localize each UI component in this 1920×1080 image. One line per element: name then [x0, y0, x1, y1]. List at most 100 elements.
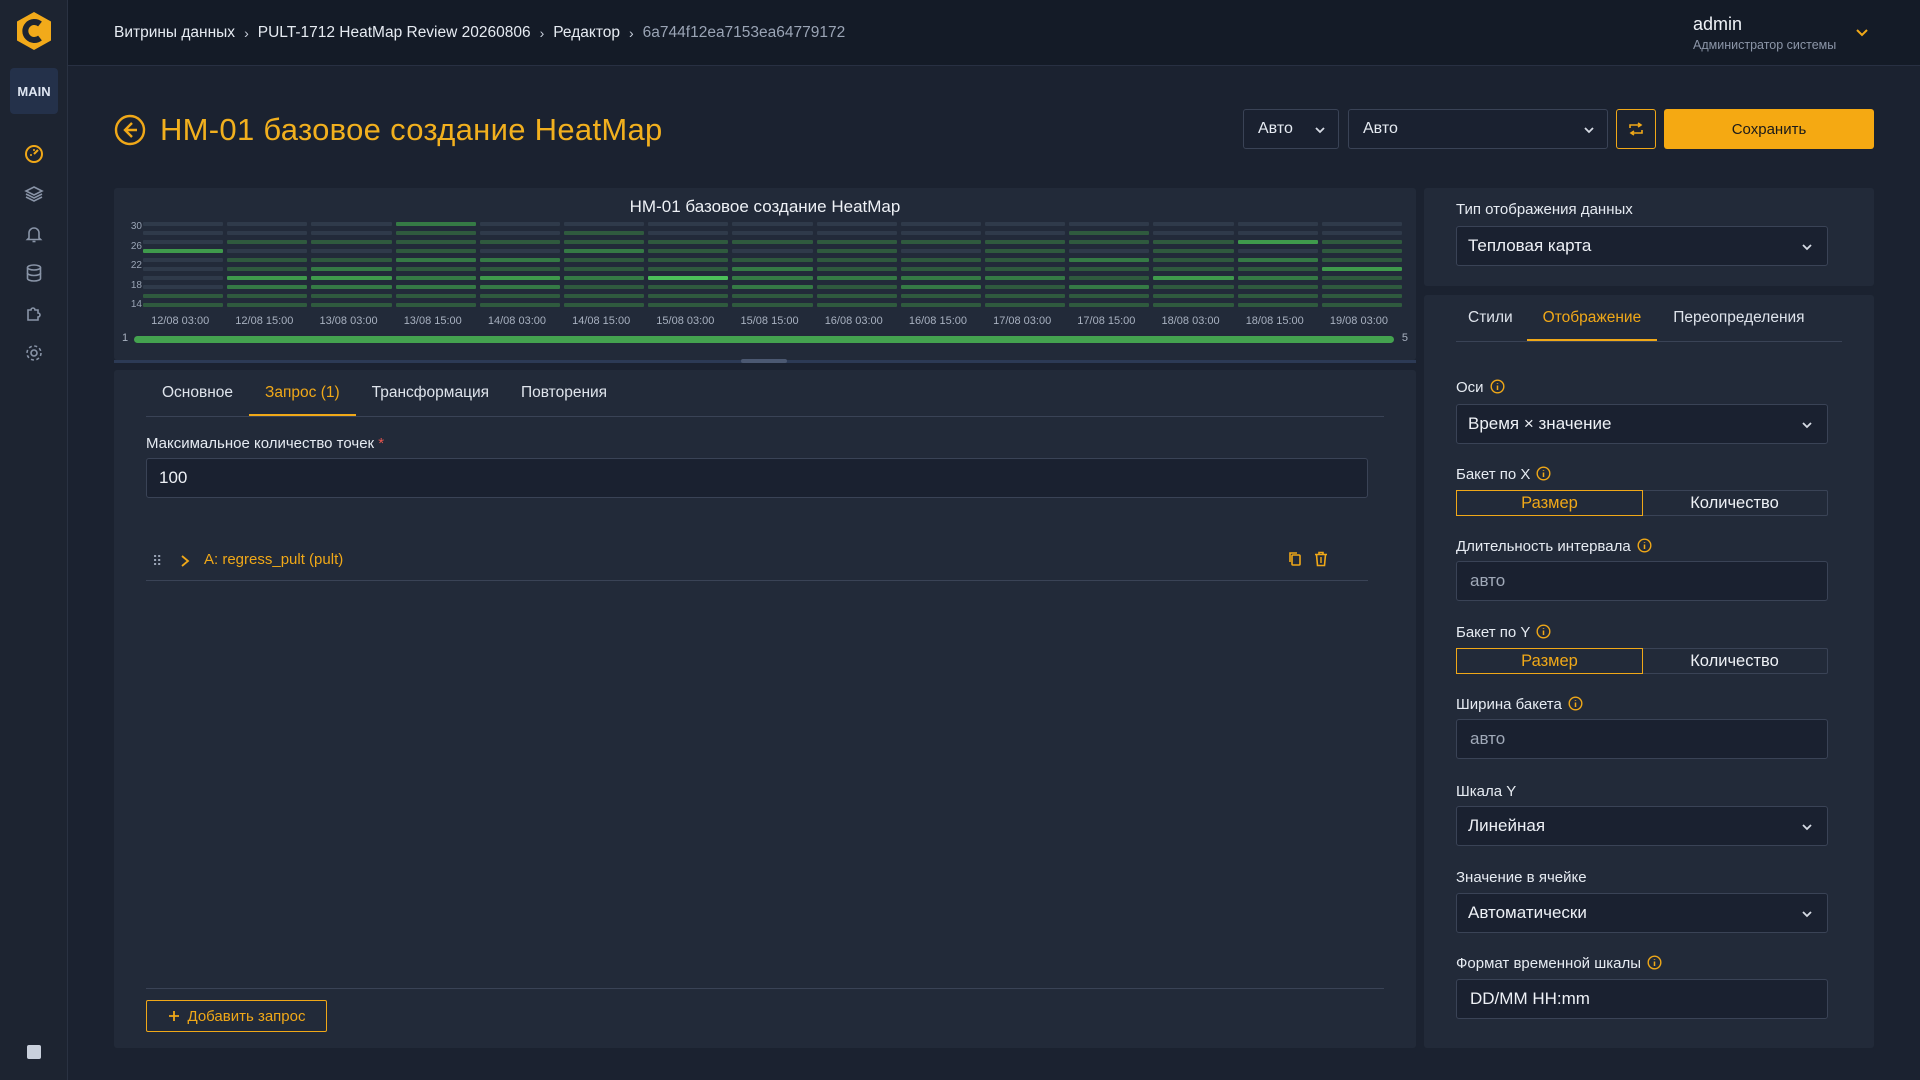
collapse-sidebar-icon[interactable] [27, 1045, 41, 1059]
tab-query[interactable]: Запрос (1) [249, 370, 356, 417]
range-bar[interactable] [134, 336, 1394, 343]
x-tick-label: 12/08 03:00 [151, 315, 210, 327]
display-type-select[interactable]: Тепловая карта [1456, 226, 1828, 266]
bucket-y-toggle: Размер Количество [1456, 648, 1828, 674]
heatmap-cell [311, 231, 392, 235]
bell-icon[interactable] [23, 223, 45, 245]
bucket-width-label-text: Ширина бакета [1456, 696, 1562, 713]
heatmap-cell [395, 303, 476, 307]
max-points-label: Максимальное количество точек * [146, 435, 384, 452]
bucket-y-size-option[interactable]: Размер [1456, 648, 1643, 674]
cell-value-label: Значение в ячейке [1456, 869, 1587, 886]
x-tick-label: 14/08 15:00 [572, 315, 631, 327]
heatmap-cell [900, 285, 981, 289]
chevron-down-icon [1802, 824, 1812, 831]
x-tick-label: 19/08 03:00 [1329, 315, 1389, 327]
y-tick-label: 26 [130, 240, 142, 252]
interval-input[interactable]: авто [1456, 561, 1828, 601]
y-tick-label: 30 [130, 221, 142, 232]
tab-basic[interactable]: Основное [146, 370, 249, 416]
heatmap-cell [227, 249, 308, 253]
info-icon[interactable] [1568, 696, 1583, 711]
resize-handle[interactable] [741, 359, 787, 363]
heatmap-cell [143, 231, 224, 235]
x-tick-label: 17/08 03:00 [993, 315, 1052, 327]
max-points-input[interactable]: 100 [146, 458, 1368, 498]
breadcrumb-item[interactable]: Редактор [553, 24, 620, 42]
scale-y-value: Линейная [1468, 816, 1546, 835]
info-icon[interactable] [1647, 955, 1662, 970]
workspace-badge[interactable]: MAIN [10, 68, 58, 114]
heatmap-cell [311, 249, 392, 253]
swap-icon [1629, 122, 1643, 136]
breadcrumb-item[interactable]: PULT-1712 HeatMap Review 20260806 [258, 24, 531, 42]
bucket-y-count-option[interactable]: Количество [1642, 649, 1827, 673]
heatmap-cell [900, 267, 981, 271]
plugin-icon[interactable] [23, 302, 45, 324]
heatmap-cell [479, 276, 560, 280]
refresh-select[interactable]: Авто [1348, 109, 1608, 149]
cell-value-select[interactable]: Автоматически [1456, 893, 1828, 933]
bucket-width-input[interactable]: авто [1456, 719, 1828, 759]
add-query-button[interactable]: Добавить запрос [146, 1000, 327, 1032]
chevron-right-icon[interactable] [180, 554, 190, 568]
info-icon[interactable] [1490, 379, 1505, 394]
heatmap-cell [732, 276, 813, 280]
trash-icon[interactable] [1314, 551, 1328, 567]
top-bar: Витрины данных › PULT-1712 HeatMap Revie… [68, 0, 1920, 66]
dashboard-icon[interactable] [23, 143, 45, 165]
time-range-slider[interactable]: 1 5 [122, 332, 1408, 344]
save-button[interactable]: Сохранить [1664, 109, 1874, 149]
cell-value-value: Автоматически [1468, 903, 1587, 922]
gear-icon[interactable] [23, 342, 45, 364]
heatmap-cell [143, 267, 224, 271]
drag-handle-icon[interactable]: ⠿ [152, 553, 162, 570]
layers-icon[interactable] [23, 183, 45, 205]
heatmap-cell [1069, 276, 1150, 280]
info-icon[interactable] [1536, 624, 1551, 639]
tab-styles[interactable]: Стили [1456, 295, 1527, 341]
info-icon[interactable] [1637, 538, 1652, 553]
info-icon[interactable] [1536, 466, 1551, 481]
tab-transformation[interactable]: Трансформация [356, 370, 505, 416]
user-menu[interactable]: admin Администратор системы [1693, 14, 1873, 52]
range-start-label: 1 [122, 332, 129, 344]
logo-icon[interactable] [13, 10, 55, 52]
heatmap-cell [1153, 240, 1234, 244]
heatmap-cell [985, 249, 1066, 253]
heatmap-cell [1237, 294, 1318, 298]
back-icon[interactable] [114, 114, 146, 146]
heatmap-cell [732, 258, 813, 262]
refresh-button[interactable] [1616, 109, 1656, 149]
max-points-label-text: Максимальное количество точек [146, 435, 375, 452]
chevron-down-icon [1802, 244, 1812, 251]
axes-select[interactable]: Время × значение [1456, 404, 1828, 444]
bucket-x-count-option[interactable]: Количество [1642, 491, 1827, 515]
bucket-y-label: Бакет по Y [1456, 624, 1551, 641]
tab-repeats[interactable]: Повторения [505, 370, 623, 416]
bucket-x-size-option[interactable]: Размер [1456, 490, 1643, 516]
chevron-down-icon[interactable] [1855, 28, 1869, 38]
breadcrumb-item[interactable]: Витрины данных [114, 24, 235, 42]
x-tick-label: 18/08 15:00 [1245, 315, 1304, 327]
heatmap-cell [1321, 258, 1402, 262]
time-format-input[interactable]: DD/MM HH:mm [1456, 979, 1828, 1019]
heatmap-cell [1321, 249, 1402, 253]
heatmap-cell [900, 294, 981, 298]
scale-y-label: Шкала Y [1456, 783, 1517, 800]
page-header: HM-01 базовое создание HeatMap [114, 110, 663, 150]
heatmap-cell [1069, 258, 1150, 262]
heatmap-cell [227, 222, 308, 226]
scale-y-select[interactable]: Линейная [1456, 806, 1828, 846]
heatmap-cell [1237, 267, 1318, 271]
query-name[interactable]: A: regress_pult (pult) [204, 551, 343, 568]
interval-select[interactable]: Авто [1243, 109, 1339, 149]
tab-overrides[interactable]: Переопределения [1657, 295, 1820, 341]
database-icon[interactable] [23, 262, 45, 284]
tab-display[interactable]: Отображение [1526, 295, 1658, 342]
copy-icon[interactable] [1288, 551, 1302, 567]
query-row[interactable]: ⠿ A: regress_pult (pult) [146, 540, 1368, 580]
heatmap-cell [900, 222, 981, 226]
heatmap-cell [732, 285, 813, 289]
chevron-down-icon [1315, 127, 1325, 134]
